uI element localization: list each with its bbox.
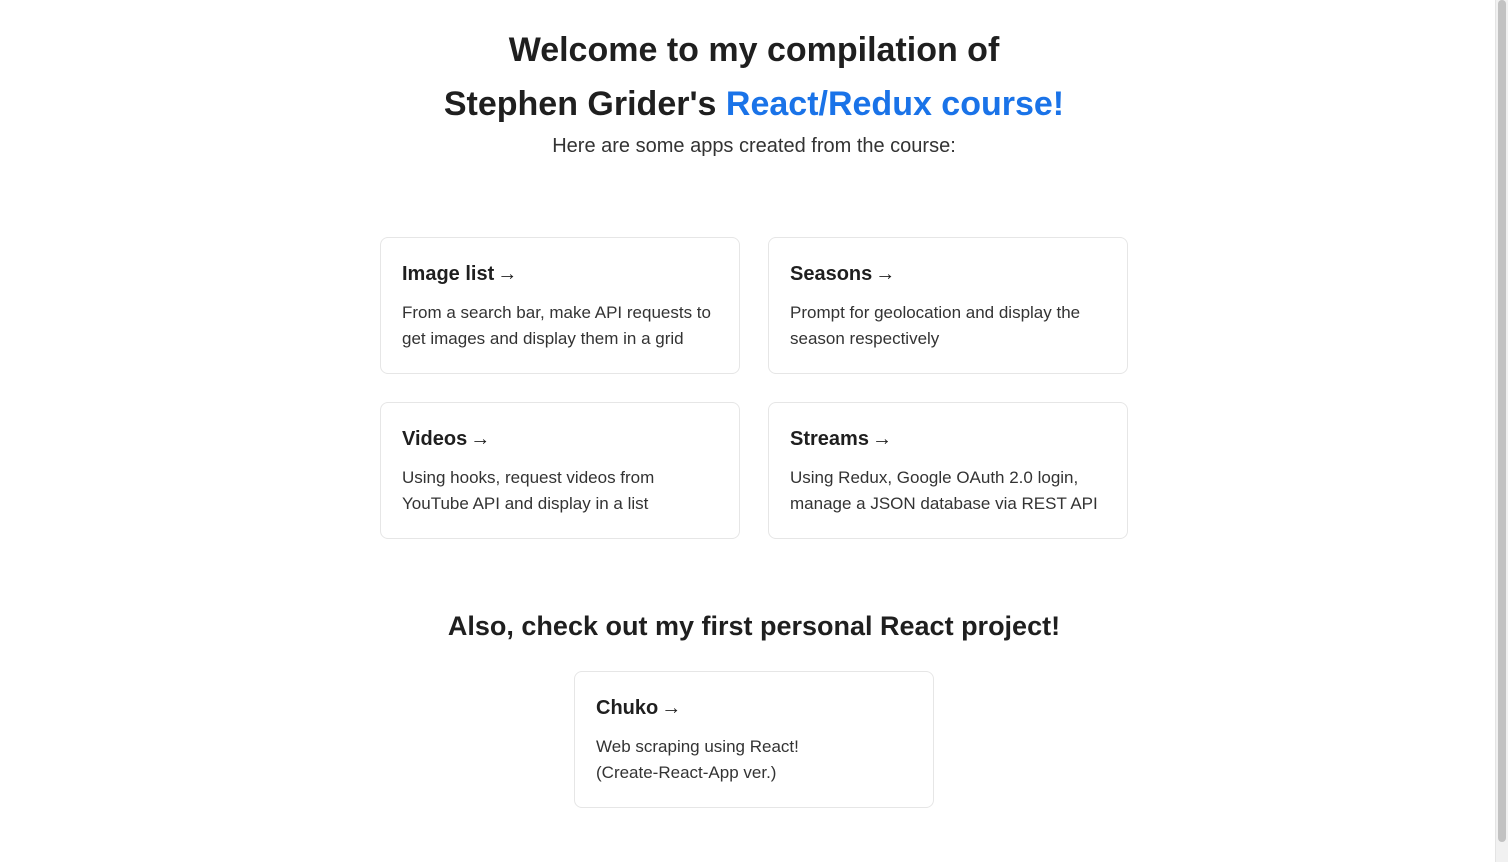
card-description: Web scraping using React! (Create-React-…	[596, 737, 799, 782]
card-title-text: Streams	[790, 428, 869, 450]
page-title-line-1: Welcome to my compilation of	[0, 30, 1508, 70]
card-description: Using Redux, Google OAuth 2.0 login, man…	[790, 468, 1098, 513]
card-description: Using hooks, request videos from YouTube…	[402, 468, 655, 513]
card-description: From a search bar, make API requests to …	[402, 303, 711, 348]
scrollbar-thumb[interactable]	[1498, 0, 1506, 842]
card-title-text: Seasons	[790, 263, 873, 285]
app-card-image-list[interactable]: Image list → From a search bar, make API …	[380, 237, 740, 374]
arrow-right-icon: →	[875, 263, 896, 285]
project-card-chuko[interactable]: Chuko → Web scraping using React! (Create…	[574, 671, 934, 808]
title-line-2-prefix: Stephen Grider's	[443, 85, 726, 123]
arrow-right-icon: →	[470, 428, 491, 450]
page-subtitle: Here are some apps created from the cour…	[552, 135, 956, 157]
app-card-seasons[interactable]: Seasons → Prompt for geolocation and disp…	[768, 237, 1128, 374]
vertical-scrollbar[interactable]	[1495, 0, 1508, 862]
arrow-right-icon: →	[661, 697, 682, 719]
app-card-streams[interactable]: Streams → Using Redux, Google OAuth 2.0 l…	[768, 402, 1128, 539]
page: Welcome to my compilation of Stephen Gri…	[0, 0, 1508, 862]
card-title-text: Videos	[402, 428, 468, 450]
arrow-right-icon: →	[871, 428, 892, 450]
card-description: Prompt for geolocation and display the s…	[790, 303, 1081, 348]
personal-project-heading: Also, check out my first personal React …	[447, 611, 1061, 641]
card-title: Chuko →	[596, 694, 912, 722]
card-title: Videos →	[402, 425, 718, 453]
app-card-videos[interactable]: Videos → Using hooks, request videos from…	[380, 402, 740, 539]
card-title-text: Image list	[402, 263, 495, 285]
title-course-highlight: React/Redux course!	[725, 85, 1065, 123]
title-line-1-text: Welcome to my compilation of	[508, 31, 1000, 69]
card-title: Seasons →	[790, 260, 1106, 288]
page-title-line-2: Stephen Grider's React/Redux course!	[0, 84, 1508, 124]
card-title: Streams →	[790, 425, 1106, 453]
card-title: Image list →	[402, 260, 718, 288]
arrow-right-icon: →	[497, 263, 518, 285]
card-title-text: Chuko	[596, 697, 659, 719]
